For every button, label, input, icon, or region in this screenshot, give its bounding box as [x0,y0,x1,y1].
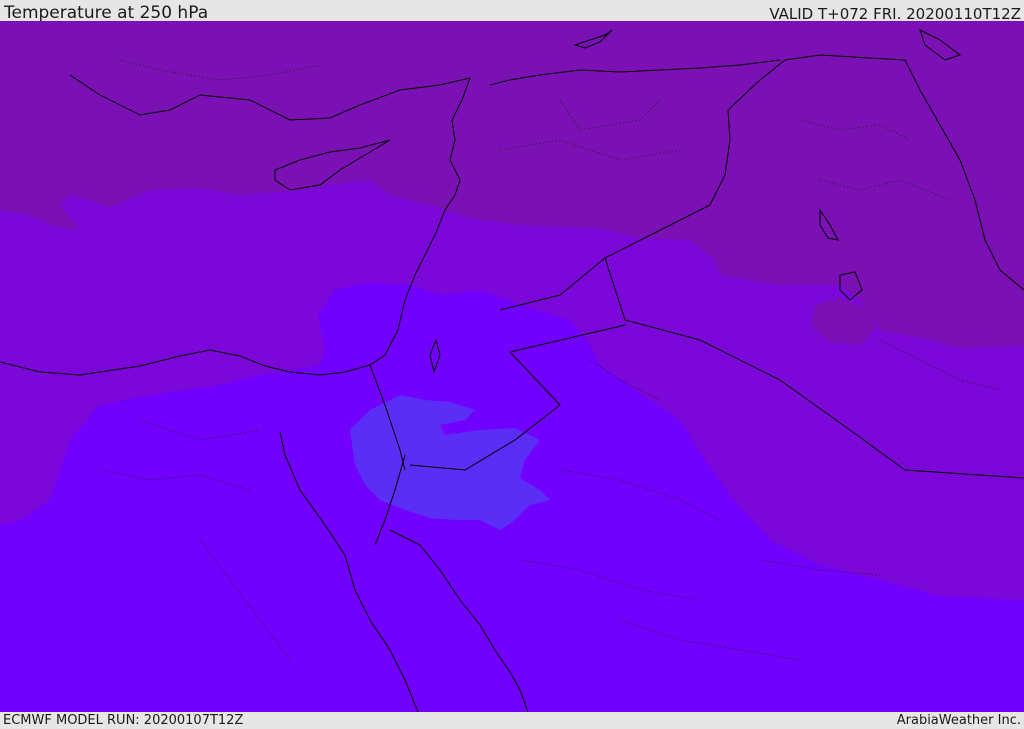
model-run-label: ECMWF MODEL RUN: 20200107T12Z [3,713,244,728]
credit-label: ArabiaWeather Inc. [896,713,1021,728]
footer-bar: ECMWF MODEL RUN: 20200107T12Z ArabiaWeat… [0,712,1024,729]
header-bar: Temperature at 250 hPa VALID T+072 FRI. … [0,0,1024,23]
map-panel[interactable] [0,21,1024,712]
temperature-map[interactable] [0,21,1024,712]
map-title: Temperature at 250 hPa [4,3,209,23]
